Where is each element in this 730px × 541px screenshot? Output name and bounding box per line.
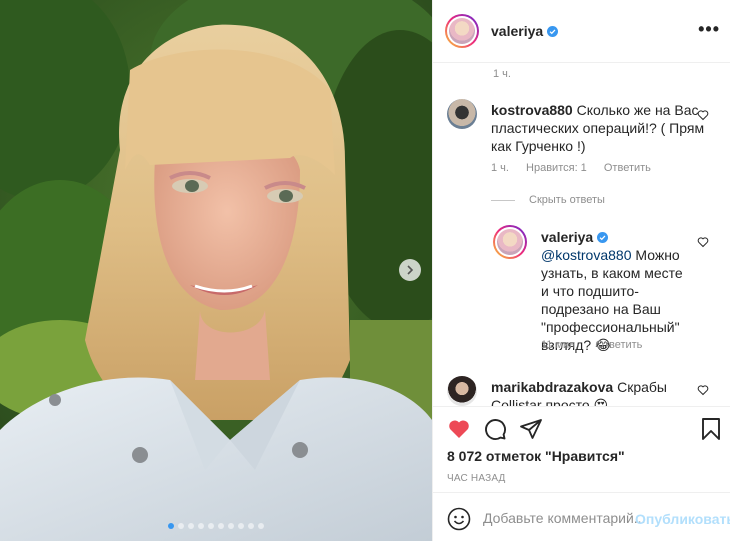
carousel-dot <box>208 523 214 529</box>
post-header: valeriya ••• <box>433 0 730 63</box>
post-photo <box>0 0 432 541</box>
divider <box>491 199 515 201</box>
mention-link[interactable]: @kostrova880 <box>541 247 631 263</box>
avatar[interactable] <box>447 376 477 406</box>
reply-username[interactable]: valeriya <box>541 229 593 245</box>
bookmark-icon[interactable] <box>701 417 721 441</box>
caption-time: 1 ч. <box>493 68 511 80</box>
comment-text: marikabdrazakova Скрабы Collistar просто… <box>491 378 691 406</box>
post-username[interactable]: valeriya <box>491 23 543 39</box>
likes-count[interactable]: 8 072 отметок "Нравится" <box>447 448 625 464</box>
comment-username[interactable]: marikabdrazakova <box>491 379 613 395</box>
avatar[interactable] <box>447 99 477 129</box>
like-heart-icon[interactable] <box>447 417 471 441</box>
emoji-icon[interactable] <box>447 507 471 531</box>
comment-text: kostrova880 Сколько же на Вас пластическ… <box>491 101 711 155</box>
hide-replies-button[interactable]: Скрыть ответы <box>491 194 619 206</box>
carousel-indicator <box>0 523 432 529</box>
comments-list[interactable]: 1 ч. kostrova880 Сколько же на Вас пласт… <box>433 64 730 406</box>
comment-icon[interactable] <box>483 417 507 441</box>
post-side-panel: valeriya ••• 1 ч. kostrova880 Сколько же… <box>432 0 730 541</box>
reply-time: 11 мин. <box>541 339 579 351</box>
publish-button[interactable]: Опубликовать <box>635 511 730 527</box>
avatar[interactable] <box>445 14 479 48</box>
more-options-icon[interactable]: ••• <box>698 20 720 38</box>
carousel-dot <box>218 523 224 529</box>
reply-text: valeriya @kostrova880 Можно узнать, в ка… <box>541 228 691 354</box>
chevron-right-icon <box>407 265 414 275</box>
carousel-dot <box>228 523 234 529</box>
carousel-dot <box>188 523 194 529</box>
carousel-dot <box>238 523 244 529</box>
comment-emoji: 😍 <box>593 397 609 406</box>
carousel-next-button[interactable] <box>399 259 421 281</box>
carousel-dot <box>248 523 254 529</box>
verified-badge-icon <box>547 25 559 37</box>
add-comment-bar: Опубликовать <box>433 492 730 541</box>
like-comment-heart-icon[interactable] <box>697 384 709 396</box>
comment-time: 1 ч. <box>491 162 509 174</box>
carousel-dot <box>258 523 264 529</box>
post-actions: 8 072 отметок "Нравится" ЧАС НАЗАД Опубл… <box>433 406 730 541</box>
comment-likes-count[interactable]: Нравится: 1 <box>526 162 587 174</box>
avatar[interactable] <box>493 225 527 259</box>
comment-username[interactable]: kostrova880 <box>491 102 573 118</box>
comment-meta: 1 ч. Нравится: 1 Ответить <box>491 162 665 174</box>
carousel-dot <box>198 523 204 529</box>
post-photo-pane[interactable] <box>0 0 432 541</box>
reply-button[interactable]: Ответить <box>604 162 651 174</box>
hide-replies-label: Скрыть ответы <box>529 194 605 206</box>
carousel-dot <box>168 523 174 529</box>
reply-meta: 11 мин. Ответить <box>541 339 656 351</box>
verified-badge-icon <box>597 232 609 243</box>
share-icon[interactable] <box>519 417 543 441</box>
reply-button[interactable]: Ответить <box>595 339 642 351</box>
like-comment-heart-icon[interactable] <box>697 236 709 248</box>
post-timestamp[interactable]: ЧАС НАЗАД <box>447 473 506 484</box>
like-comment-heart-icon[interactable] <box>697 109 709 121</box>
carousel-dot <box>178 523 184 529</box>
